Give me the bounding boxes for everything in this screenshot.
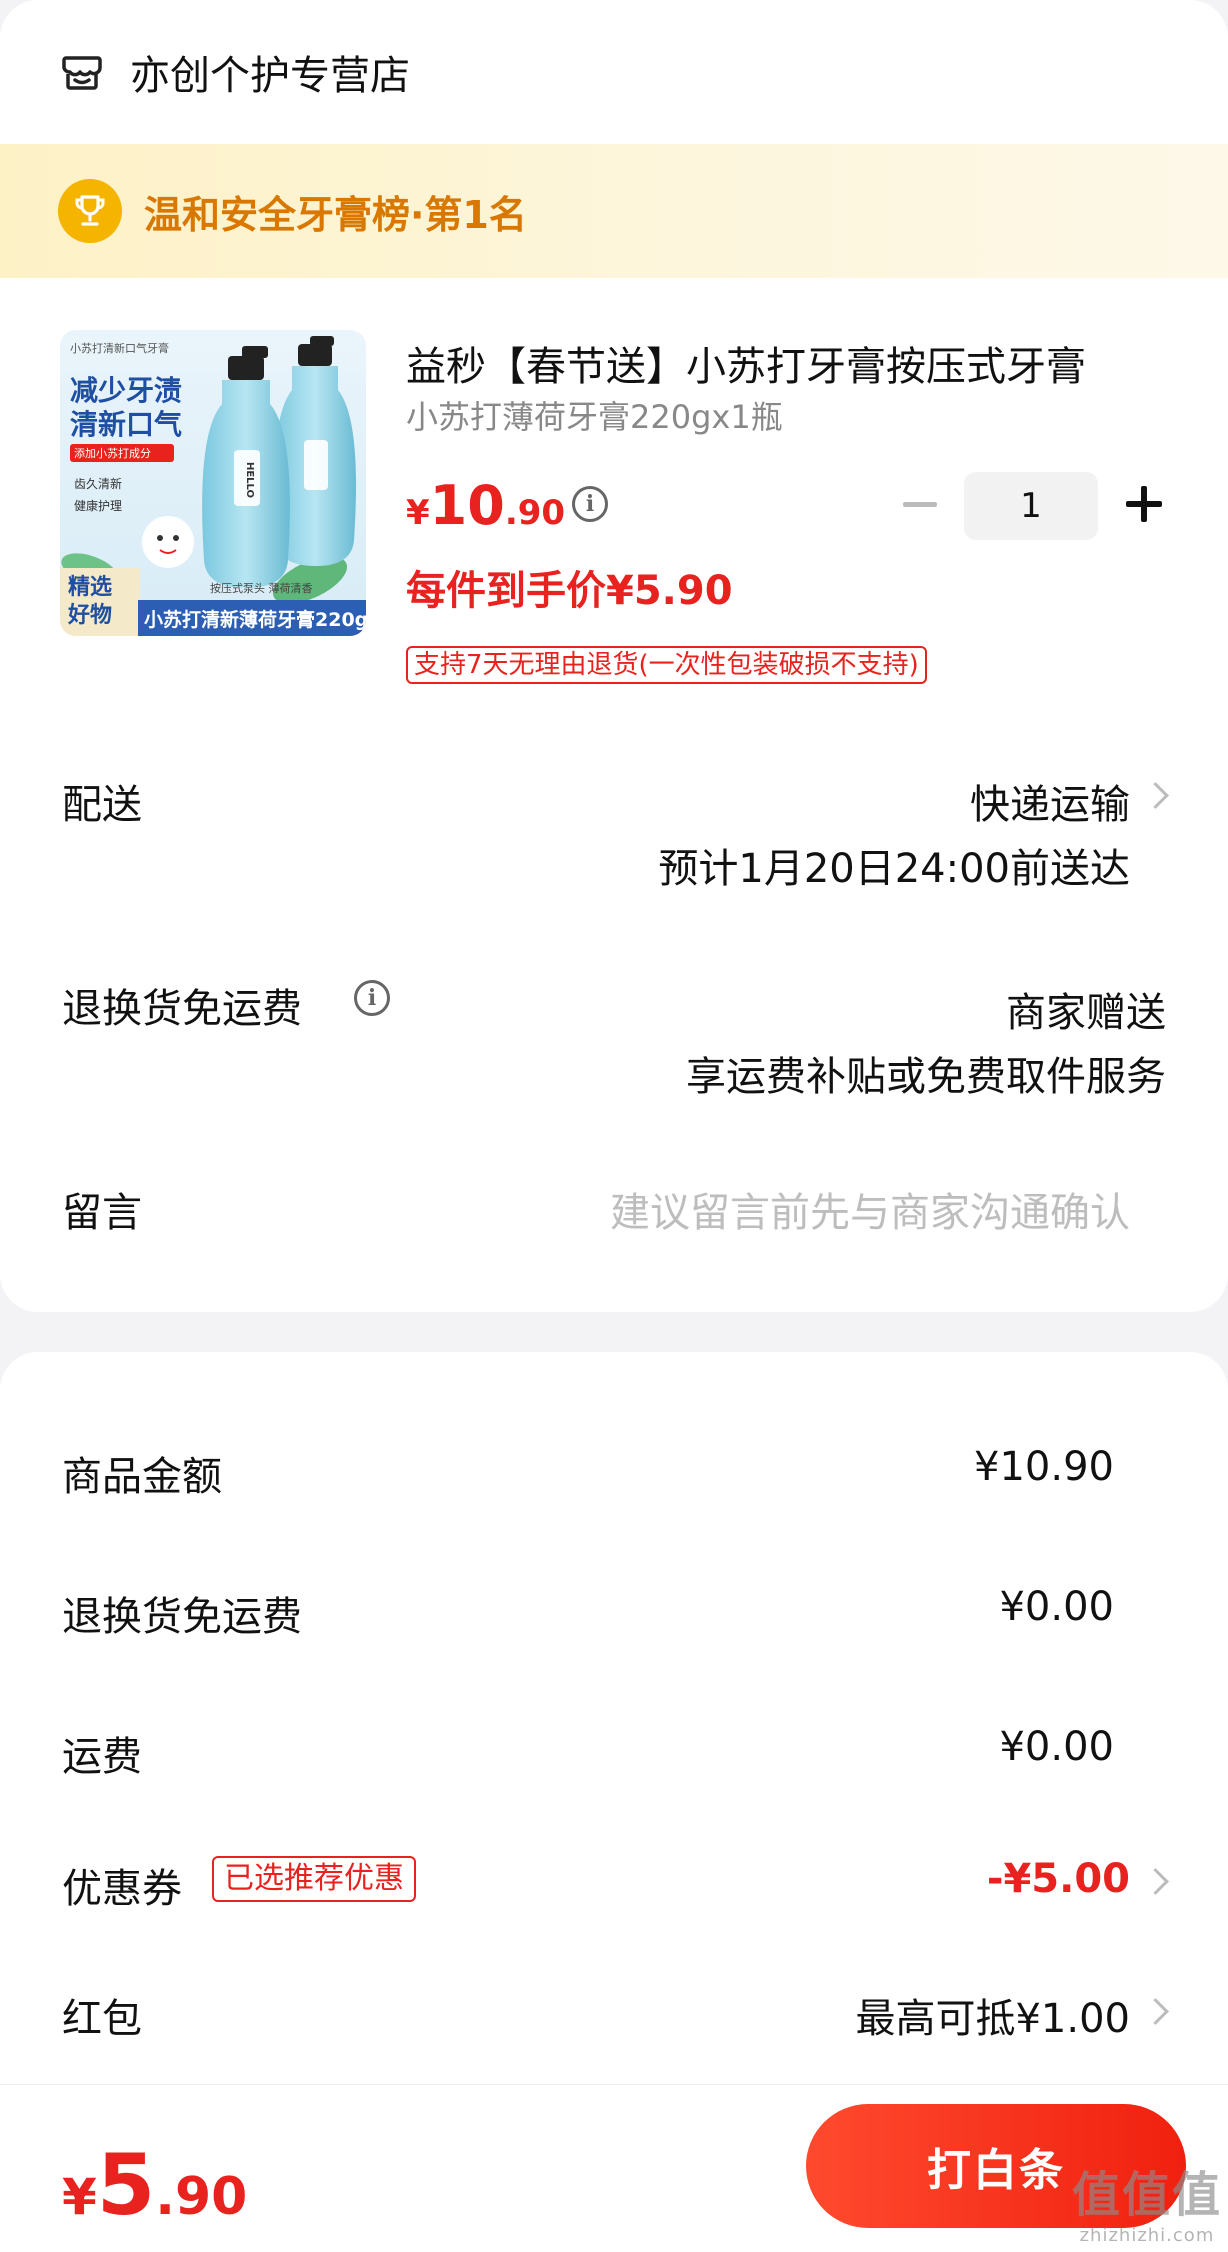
price-symbol: ¥ [406, 493, 430, 533]
return-shipping-desc: 享运费补贴或免费取件服务 [686, 1054, 1166, 1100]
rank-text: 温和安全牙膏榜·第1名 [144, 192, 527, 237]
quantity-decrease-button[interactable] [900, 470, 940, 538]
image-headline-2: 清新口气 [70, 408, 182, 441]
watermark: 值值值 zhizhizhi.com [1072, 2155, 1222, 2246]
product-spec[interactable]: 小苏打薄荷牙膏220gx1瓶 [406, 392, 783, 438]
shipping-fee-label: 运费 [62, 1734, 142, 1780]
red-packet-value[interactable]: 最高可抵¥1.00 [855, 1986, 1130, 2044]
bottle-label: HELLO [244, 462, 255, 498]
image-check-1: 齿久清新 [74, 476, 122, 491]
image-sub: 按压式泵头 薄荷清香 [210, 581, 313, 595]
image-check-2: 健康护理 [74, 498, 122, 513]
total-integer: 5 [96, 2136, 156, 2234]
delivery-eta: 预计1月20日24:00前送达 [658, 846, 1130, 892]
quantity-increase-button[interactable] [1124, 470, 1164, 538]
unit-final-price: 每件到手价¥5.90 [406, 568, 733, 614]
image-top-caption: 小苏打清新口气牙膏 [70, 341, 169, 355]
product-title[interactable]: 益秒【春节送】小苏打牙膏按压式牙膏 [406, 334, 1166, 392]
red-packet-chevron-icon[interactable] [1146, 1998, 1166, 2028]
shop-icon [62, 56, 102, 90]
watermark-url: zhizhizhi.com [1079, 2225, 1215, 2246]
watermark-logo: 值值值 [1071, 2167, 1222, 2223]
quantity-input[interactable]: 1 [964, 472, 1098, 540]
return-fee-label: 退换货免运费 [62, 1594, 302, 1640]
goods-amount-label: 商品金额 [62, 1454, 222, 1500]
image-headline-1: 减少牙渍 [70, 374, 182, 407]
image-corner-2: 好物 [67, 602, 112, 628]
return-shipping-value: 商家赠送 [1006, 990, 1166, 1036]
image-corner-1: 精选 [68, 574, 112, 600]
coupon-badge[interactable]: 已选推荐优惠 [212, 1856, 416, 1902]
minus-icon [903, 501, 937, 507]
price-integer: 10 [429, 474, 505, 537]
product-price: ¥ 10 .90 [406, 474, 565, 537]
coupon-chevron-icon[interactable] [1146, 1868, 1166, 1898]
delivery-method[interactable]: 快递运输 [970, 772, 1130, 830]
image-bottom-banner: 小苏打清新薄荷牙膏220g [144, 608, 366, 631]
delivery-chevron-icon[interactable] [1146, 782, 1166, 812]
delivery-label: 配送 [62, 782, 142, 828]
shipping-fee-value: ¥0.00 [999, 1724, 1114, 1770]
goods-amount-value: ¥10.90 [974, 1444, 1114, 1490]
trophy-icon [58, 179, 122, 243]
price-decimal: .90 [504, 493, 566, 533]
message-label: 留言 [62, 1190, 142, 1236]
shop-header[interactable]: 亦创个护专营店 [0, 0, 1228, 144]
shop-name[interactable]: 亦创个护专营店 [130, 43, 410, 101]
order-card: 亦创个护专营店 温和安全牙膏榜·第1名 HELLO 小苏打清新口气牙膏 减少牙渍… [0, 0, 1228, 1312]
total-decimal: .90 [155, 2167, 248, 2227]
return-shipping-info-icon[interactable]: i [354, 980, 390, 1016]
total-symbol: ¥ [62, 2168, 97, 2226]
total-price: ¥ 5 .90 [62, 2136, 247, 2234]
price-info-icon[interactable]: i [572, 486, 608, 522]
return-fee-value: ¥0.00 [999, 1584, 1114, 1630]
rank-banner[interactable]: 温和安全牙膏榜·第1名 [0, 144, 1228, 278]
red-packet-label: 红包 [62, 1996, 142, 2042]
coupon-value[interactable]: -¥5.00 [987, 1856, 1130, 1902]
message-input[interactable]: 建议留言前先与商家沟通确认 [610, 1180, 1130, 1238]
product-image[interactable]: HELLO 小苏打清新口气牙膏 减少牙渍 清新口气 添加小苏打成分 齿久清新 健… [60, 330, 366, 636]
image-tag: 添加小苏打成分 [74, 446, 151, 460]
return-policy-tag: 支持7天无理由退货(一次性包装破损不支持) [406, 646, 927, 684]
coupon-label: 优惠券 [62, 1866, 182, 1912]
return-shipping-label: 退换货免运费 [62, 986, 302, 1032]
